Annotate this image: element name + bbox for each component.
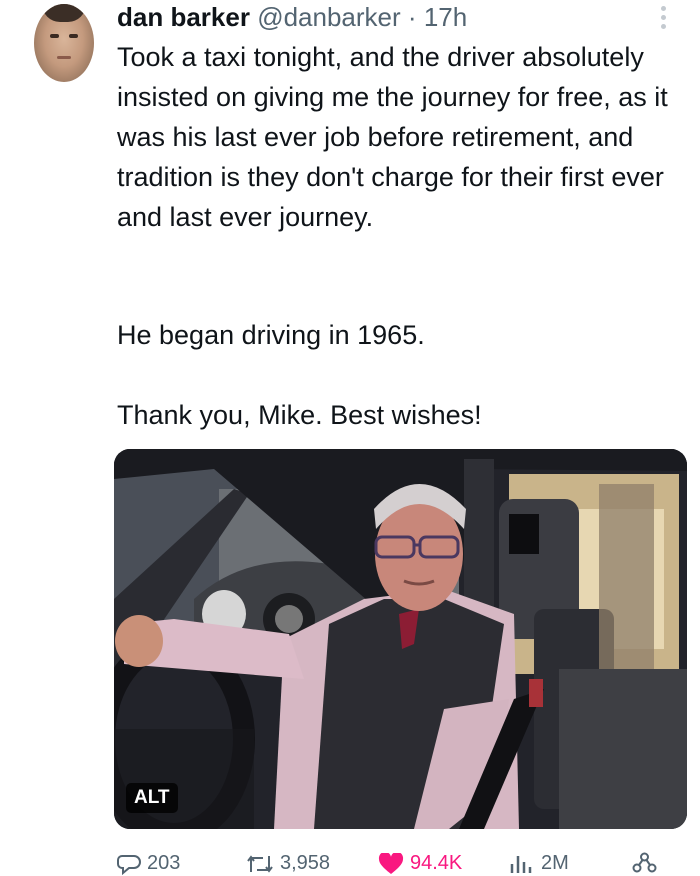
tweet-paragraph: Thank you, Mike. Best wishes! [117,400,482,430]
reply-button[interactable]: 203 [117,852,180,875]
reply-count: 203 [147,852,181,874]
tweet-photo[interactable]: ALT [114,449,687,829]
avatar-mouth [57,56,71,59]
avatar-hair [42,4,86,22]
avatar[interactable] [34,4,94,82]
repost-count: 3,958 [280,852,331,874]
views-button[interactable]: 2M [509,852,569,875]
like-button[interactable]: 94.4K [378,852,462,875]
repost-button[interactable]: 3,958 [246,852,330,875]
avatar-eye-left [50,34,59,38]
action-bar: 203 3,958 94.4K 2M [0,848,700,876]
share-button[interactable] [632,852,658,874]
tweet-paragraph: Took a taxi tonight, and the driver abso… [117,42,668,232]
author-handle[interactable]: @danbarker [257,2,400,32]
timestamp[interactable]: 17h [424,2,467,32]
taxi-driver-photo [114,449,687,829]
tweet-header: dan barker @danbarker · 17h [117,0,467,34]
separator-dot: · [407,2,417,32]
author-name[interactable]: dan barker [117,2,250,32]
tweet-paragraph: He began driving in 1965. [117,320,425,350]
views-icon [510,855,532,873]
heart-icon [378,852,404,874]
alt-badge[interactable]: ALT [126,783,178,813]
avatar-eye-right [69,34,78,38]
views-count: 2M [541,852,569,874]
share-icon [632,852,657,873]
reply-icon [117,854,141,875]
more-icon[interactable] [656,6,670,32]
tweet-text: Took a taxi tonight, and the driver abso… [117,37,692,430]
like-count: 94.4K [410,852,463,874]
repost-icon [247,854,273,873]
